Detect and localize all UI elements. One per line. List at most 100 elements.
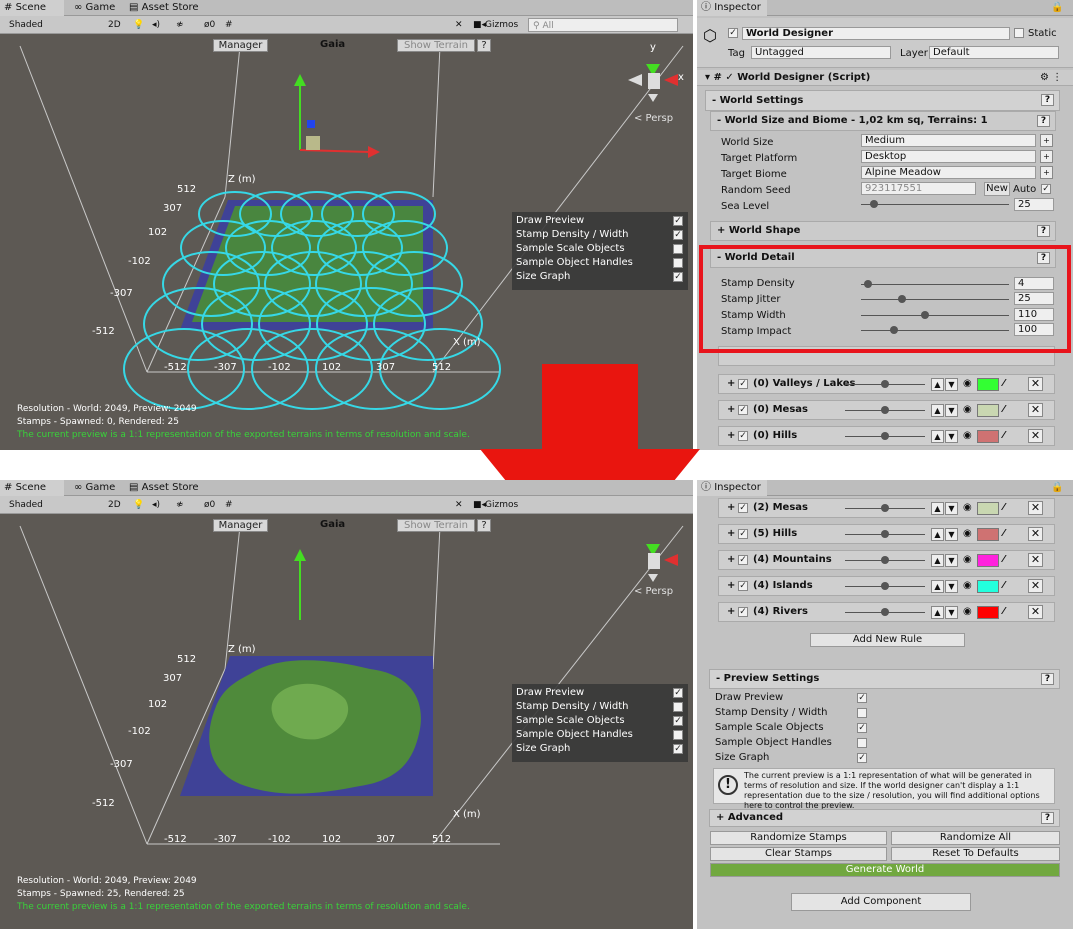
- add-button[interactable]: +: [1040, 134, 1053, 147]
- tab-inspector[interactable]: ⓘ Inspector: [697, 0, 767, 16]
- delete-rule-button[interactable]: ✕: [1028, 429, 1043, 443]
- size-biome-header[interactable]: - World Size and Biome - 1,02 km sq, Ter…: [710, 111, 1056, 131]
- help-button[interactable]: ?: [1037, 225, 1050, 237]
- eyedropper-icon[interactable]: ⁄: [1003, 499, 1005, 517]
- rule-row[interactable]: + ✓ (5) Hills ▲ ▼ ◉ ⁄ ✕: [718, 524, 1055, 544]
- reset-defaults-button[interactable]: Reset To Defaults: [891, 847, 1060, 861]
- color-swatch[interactable]: [977, 554, 999, 567]
- overlay-checkbox[interactable]: ✓: [673, 230, 683, 240]
- effects-icon[interactable]: ≉: [176, 498, 184, 512]
- slider-knob[interactable]: [881, 504, 889, 512]
- eyedropper-icon[interactable]: ⁄: [1003, 577, 1005, 595]
- rule-checkbox[interactable]: ✓: [738, 379, 748, 389]
- color-swatch[interactable]: [977, 378, 999, 391]
- lighting-icon[interactable]: 💡: [133, 18, 144, 32]
- delete-rule-button[interactable]: ✕: [1028, 527, 1043, 541]
- show-terrain-button[interactable]: Show Terrain: [397, 519, 475, 532]
- overlay-checkbox[interactable]: ✓: [673, 744, 683, 754]
- rule-row[interactable]: + ✓ (4) Islands ▲ ▼ ◉ ⁄ ✕: [718, 576, 1055, 596]
- effects-icon[interactable]: ≉: [176, 18, 184, 32]
- hidden-objects-icon[interactable]: ø0: [204, 18, 215, 32]
- overlay-checkbox[interactable]: [673, 258, 683, 268]
- move-down-button[interactable]: ▼: [945, 580, 958, 593]
- search-input[interactable]: ⚲ All: [528, 18, 678, 32]
- static-checkbox[interactable]: [1014, 28, 1024, 38]
- slider-knob[interactable]: [881, 380, 889, 388]
- new-seed-button[interactable]: New: [984, 182, 1010, 196]
- help-button[interactable]: ?: [477, 519, 491, 532]
- audio-icon[interactable]: ◂): [152, 498, 160, 512]
- color-swatch[interactable]: [977, 528, 999, 541]
- mode-2d-button[interactable]: 2D: [108, 18, 121, 32]
- overlay-checkbox[interactable]: ✓: [673, 216, 683, 226]
- layer-dropdown[interactable]: Default: [929, 46, 1059, 59]
- eyedropper-icon[interactable]: ⁄: [1003, 375, 1005, 393]
- color-swatch[interactable]: [977, 580, 999, 593]
- help-button[interactable]: ?: [1041, 94, 1054, 106]
- tab-game[interactable]: ∞ Game: [70, 0, 115, 16]
- delete-rule-button[interactable]: ✕: [1028, 501, 1043, 515]
- rule-row[interactable]: + ✓ (0) Hills ▲ ▼ ◉ ⁄ ✕: [718, 426, 1055, 446]
- slider-knob[interactable]: [881, 432, 889, 440]
- delete-rule-button[interactable]: ✕: [1028, 579, 1043, 593]
- settings-icon[interactable]: ⚙ ⋮: [1040, 72, 1062, 83]
- manager-button[interactable]: Manager: [213, 39, 268, 52]
- expand-toggle[interactable]: +: [727, 577, 735, 595]
- audio-icon[interactable]: ◂): [152, 18, 160, 32]
- move-up-button[interactable]: ▲: [931, 528, 944, 541]
- shading-dropdown[interactable]: Shaded: [9, 18, 105, 32]
- tools-icon[interactable]: ✕: [455, 498, 463, 512]
- sea-level-field[interactable]: 25: [1014, 198, 1054, 211]
- delete-rule-button[interactable]: ✕: [1028, 605, 1043, 619]
- seed-field[interactable]: 923117551: [861, 182, 976, 195]
- expand-toggle[interactable]: +: [727, 525, 735, 543]
- persp-label[interactable]: < Persp: [634, 586, 673, 597]
- move-up-button[interactable]: ▲: [931, 606, 944, 619]
- move-gizmo[interactable]: [294, 549, 306, 620]
- help-button[interactable]: ?: [1037, 115, 1050, 127]
- add-component-button[interactable]: Add Component: [791, 893, 971, 911]
- tools-icon[interactable]: ✕: [455, 18, 463, 32]
- show-terrain-button[interactable]: Show Terrain: [397, 39, 475, 52]
- preview-option-checkbox[interactable]: ✓: [857, 723, 867, 733]
- mode-2d-button[interactable]: 2D: [108, 498, 121, 512]
- slider-knob[interactable]: [881, 530, 889, 538]
- visibility-icon[interactable]: ◉: [963, 577, 972, 595]
- tab-asset-store[interactable]: ▤ Asset Store: [125, 0, 199, 16]
- rule-checkbox[interactable]: ✓: [738, 503, 748, 513]
- overlay-checkbox[interactable]: ✓: [673, 716, 683, 726]
- world-size-dropdown[interactable]: Medium: [861, 134, 1036, 147]
- auto-checkbox[interactable]: ✓: [1041, 184, 1051, 194]
- randomize-all-button[interactable]: Randomize All: [891, 831, 1060, 845]
- delete-rule-button[interactable]: ✕: [1028, 377, 1043, 391]
- overlay-checkbox[interactable]: ✓: [673, 688, 683, 698]
- visibility-icon[interactable]: ◉: [963, 499, 972, 517]
- move-down-button[interactable]: ▼: [945, 502, 958, 515]
- eyedropper-icon[interactable]: ⁄: [1003, 551, 1005, 569]
- eyedropper-icon[interactable]: ⁄: [1003, 525, 1005, 543]
- move-up-button[interactable]: ▲: [931, 378, 944, 391]
- move-down-button[interactable]: ▼: [945, 554, 958, 567]
- help-button[interactable]: ?: [477, 39, 491, 52]
- clear-stamps-button[interactable]: Clear Stamps: [710, 847, 887, 861]
- rule-checkbox[interactable]: ✓: [738, 529, 748, 539]
- preview-settings-header[interactable]: - Preview Settings?: [709, 669, 1060, 689]
- preview-option-checkbox[interactable]: ✓: [857, 693, 867, 703]
- overlay-checkbox[interactable]: [673, 730, 683, 740]
- slider-knob[interactable]: [881, 582, 889, 590]
- rule-row[interactable]: + ✓ (0) Valleys / Lakes ▲ ▼ ◉ ⁄ ✕: [718, 374, 1055, 394]
- move-up-button[interactable]: ▲: [931, 554, 944, 567]
- expand-toggle[interactable]: +: [727, 499, 735, 517]
- color-swatch[interactable]: [977, 430, 999, 443]
- generate-world-button[interactable]: Generate World: [710, 863, 1060, 877]
- orientation-gizmo[interactable]: [646, 544, 678, 582]
- eyedropper-icon[interactable]: ⁄: [1003, 401, 1005, 419]
- add-new-rule-button[interactable]: Add New Rule: [810, 633, 965, 647]
- expand-toggle[interactable]: +: [727, 401, 735, 419]
- visibility-icon[interactable]: ◉: [963, 427, 972, 445]
- grid-icon[interactable]: #: [225, 498, 233, 512]
- rule-checkbox[interactable]: ✓: [738, 607, 748, 617]
- randomize-stamps-button[interactable]: Randomize Stamps: [710, 831, 887, 845]
- grid-icon[interactable]: #: [225, 18, 233, 32]
- tab-scene[interactable]: # Scene: [0, 0, 64, 16]
